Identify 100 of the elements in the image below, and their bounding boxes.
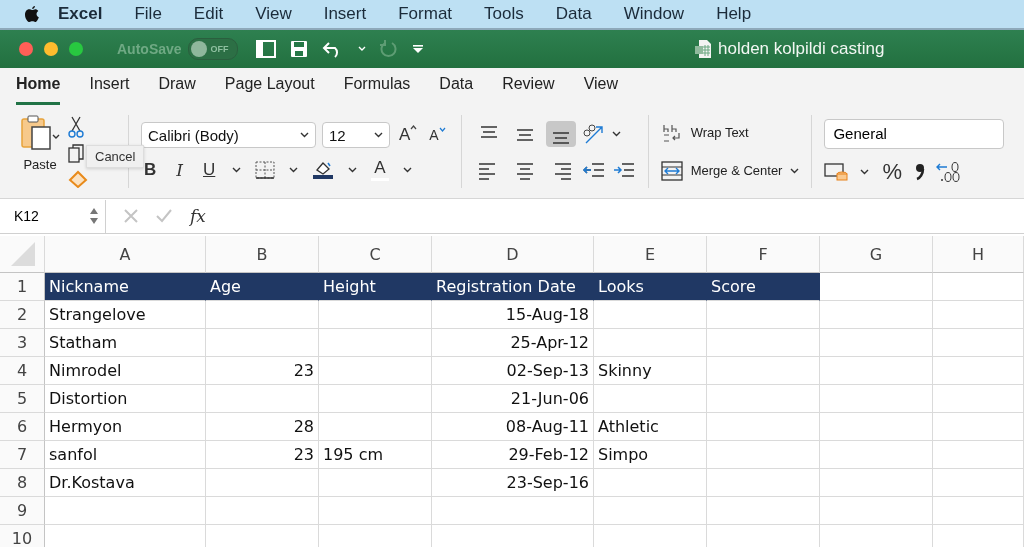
cut-icon[interactable] [68,115,84,138]
ribbon-tab[interactable]: Formulas [343,75,425,105]
apple-logo-icon[interactable] [24,4,40,24]
align-bottom-icon[interactable] [545,120,576,147]
header-cell: Height [319,273,432,301]
decrease-font-size-button[interactable]: A [426,127,449,143]
menu-item[interactable]: Data [539,4,608,24]
row-header[interactable]: 2 [0,301,45,329]
table-cell: Simpo [594,441,707,469]
table-cell: 02-Sep-13 [432,357,594,385]
table-cell: 21-Jun-06 [432,385,594,413]
autosave-label: AutoSave [117,41,182,57]
column-header[interactable]: E [594,236,707,273]
spreadsheet-file-icon [695,39,712,59]
merge-center-button[interactable]: Merge & Center [660,160,800,181]
wrap-text-button[interactable]: Wrap Text [660,122,800,143]
ribbon-tab[interactable]: Draw [158,75,210,105]
column-header[interactable]: A [45,236,206,273]
sidebar-icon[interactable] [255,40,276,58]
caret-down-icon[interactable] [438,127,446,132]
percent-style-button[interactable]: % [879,158,905,185]
clipboard-icon[interactable] [20,115,60,153]
row-header[interactable]: 10 [0,525,45,547]
ribbon-tab[interactable]: View [583,75,632,105]
table-cell: Nimrodel [45,357,206,385]
caret-icon[interactable] [402,166,412,173]
row-header[interactable]: 1 [0,273,45,301]
header-cell: Looks [594,273,707,301]
caret-icon[interactable] [790,167,800,174]
menu-item[interactable]: Insert [307,4,383,24]
copy-icon[interactable] [68,143,84,164]
row-header[interactable]: 3 [0,329,45,357]
caret-icon[interactable] [232,166,242,173]
table-cell: 23-Sep-16 [432,469,594,497]
borders-icon[interactable] [255,160,276,179]
menu-item[interactable]: View [239,4,308,24]
name-box[interactable]: K12 [0,199,106,233]
column-header[interactable]: B [206,236,319,273]
save-icon[interactable] [289,40,308,58]
menu-item[interactable]: File [118,4,178,24]
ribbon-tab[interactable]: Review [502,75,569,105]
column-header[interactable]: G [820,236,933,273]
window-title: holden kolpildi casting [718,39,885,59]
number-format-dropdown[interactable]: General [824,118,1005,149]
cancel-tooltip: Cancel [86,145,145,168]
checkmark-icon[interactable] [156,209,172,223]
caret-up-icon[interactable] [410,125,418,130]
stepper-icon[interactable] [89,206,99,226]
column-header[interactable]: F [707,236,820,273]
table-cell: Statham [45,329,206,357]
column-header[interactable]: H [933,236,1024,273]
insert-function-button[interactable]: fx [190,206,206,226]
merge-cells-icon[interactable] [660,160,683,181]
caret-icon[interactable] [348,166,358,173]
table-cell: 08-Aug-11 [432,413,594,441]
caret-icon[interactable] [860,168,870,175]
caret-icon[interactable] [300,132,309,138]
increase-decimal-icon[interactable] [935,160,961,183]
comma-style-icon[interactable] [915,162,925,181]
caret-icon[interactable] [289,166,299,173]
accounting-format-icon[interactable] [824,161,851,182]
paste-button[interactable]: Paste [20,115,60,188]
ribbon-tab[interactable]: Data [439,75,488,105]
wrap-text-icon[interactable] [660,122,683,143]
text-orientation-icon[interactable] [581,122,606,145]
caret-icon[interactable] [374,132,383,138]
row-header[interactable]: 9 [0,497,45,525]
customize-toolbar-icon[interactable] [411,44,424,54]
row-header[interactable]: 6 [0,413,45,441]
column-header[interactable]: C [319,236,432,273]
menu-item[interactable]: Format [382,4,469,24]
font-color-button[interactable]: A [371,158,389,181]
table-cell: 29-Feb-12 [432,441,594,469]
underline-button[interactable]: U [200,159,219,180]
row-header[interactable]: 4 [0,357,45,385]
header-cell: Age [206,273,319,301]
minimize-button[interactable] [44,42,58,56]
table-cell: Hermyon [45,413,206,441]
row-header[interactable]: 8 [0,469,45,497]
row-header[interactable]: 7 [0,441,45,469]
header-cell: Nickname [45,273,206,301]
menu-item[interactable]: Help [700,4,768,24]
font-size-dropdown[interactable]: 12 [322,122,390,148]
increase-font-size-button[interactable]: A [396,125,421,145]
zoom-button[interactable] [69,42,83,56]
font-dropdown[interactable]: Calibri (Body) [141,122,316,148]
table-cell: sanfol [45,441,206,469]
italic-button[interactable]: I [173,159,186,180]
column-header[interactable]: D [432,236,594,273]
table-cell: Athletic [594,413,707,441]
menu-item[interactable]: Window [607,4,701,24]
menu-item[interactable]: Tools [468,4,540,24]
ribbon-tab[interactable]: Insert [89,75,144,105]
caret-icon[interactable] [611,130,621,137]
header-cell: Registration Date [432,273,594,301]
table-cell: 195 cm [319,441,432,469]
menu-item[interactable]: Excel [40,4,119,24]
row-header[interactable]: 5 [0,385,45,413]
ribbon-tab[interactable]: Page Layout [224,75,329,105]
menu-item[interactable]: Edit [177,4,240,24]
